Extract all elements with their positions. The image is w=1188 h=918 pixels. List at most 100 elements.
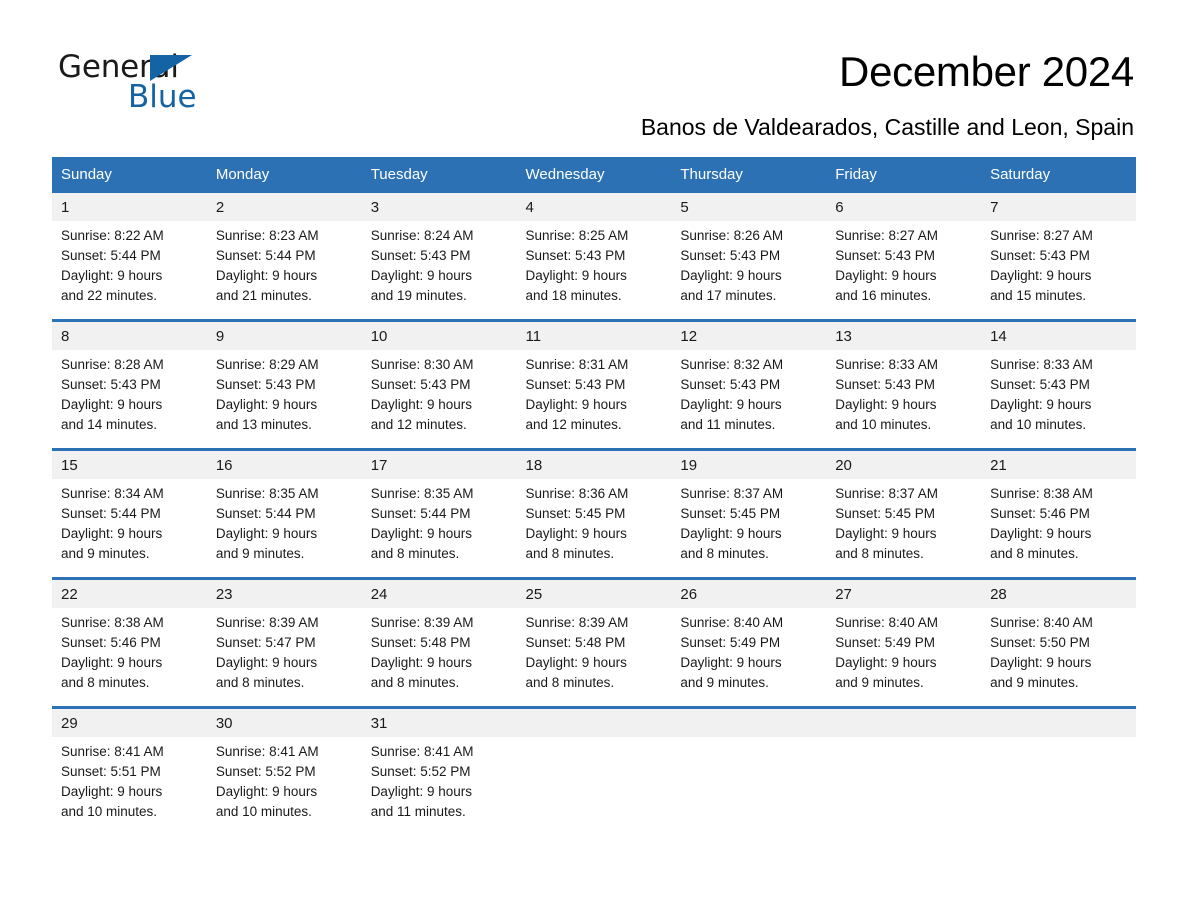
day-number-cell[interactable]: 30 — [206, 706, 362, 737]
day-number-cell[interactable]: 28 — [981, 577, 1136, 608]
empty-day-cell — [671, 706, 827, 737]
day-daylight-1-text: Daylight: 9 hours — [215, 526, 318, 541]
day-number-cell[interactable]: 31 — [361, 706, 517, 737]
day-sunrise-text: Sunrise: 8:27 AM — [835, 228, 939, 243]
day-sunset-text: Sunset: 5:44 PM — [370, 506, 471, 521]
day-daylight-2-text: and 8 minutes. — [525, 546, 615, 561]
day-detail-cell: Sunrise: 8:25 AM Sunset: 5:43 PM Daylight:… — [516, 221, 672, 321]
day-daylight-2-text: and 13 minutes. — [215, 417, 312, 432]
day-sunrise-text: Sunrise: 8:38 AM — [990, 486, 1093, 501]
day-number-cell[interactable]: 18 — [516, 448, 672, 479]
day-sunset-text: Sunset: 5:46 PM — [61, 635, 161, 650]
day-daylight-1-text: Daylight: 9 hours — [61, 397, 163, 412]
day-detail-cell: Sunrise: 8:40 AM Sunset: 5:49 PM Daylight:… — [826, 608, 982, 708]
empty-day-cell — [981, 706, 1136, 737]
day-daylight-1-text: Daylight: 9 hours — [525, 268, 627, 283]
day-number-cell[interactable]: 25 — [516, 577, 672, 608]
day-sunrise-text: Sunrise: 8:32 AM — [680, 357, 784, 372]
day-number-cell[interactable]: 4 — [516, 193, 672, 221]
day-sunrise-text: Sunrise: 8:22 AM — [61, 228, 164, 243]
day-number-cell[interactable]: 16 — [206, 448, 362, 479]
day-number-cell[interactable]: 23 — [206, 577, 362, 608]
day-number-cell[interactable]: 8 — [52, 319, 207, 350]
day-number-cell[interactable]: 13 — [826, 319, 982, 350]
day-number-cell[interactable]: 3 — [361, 193, 517, 221]
week-daynumber-row: 15 16 17 18 19 20 21 — [52, 448, 1136, 479]
day-detail-cell: Sunrise: 8:36 AM Sunset: 5:45 PM Daylight:… — [516, 479, 672, 579]
day-daylight-2-text: and 18 minutes. — [525, 288, 622, 303]
general-blue-logo[interactable]: General Blue — [58, 52, 208, 118]
day-sunset-text: Sunset: 5:45 PM — [525, 506, 626, 521]
week-daynumber-row: 22 23 24 25 26 27 28 — [52, 577, 1136, 608]
day-detail-cell: Sunrise: 8:39 AM Sunset: 5:48 PM Daylight:… — [361, 608, 517, 708]
day-daylight-2-text: and 8 minutes. — [215, 675, 305, 690]
day-number-cell[interactable]: 7 — [981, 193, 1136, 221]
day-daylight-1-text: Daylight: 9 hours — [990, 655, 1092, 670]
day-number-cell[interactable]: 6 — [826, 193, 982, 221]
day-sunrise-text: Sunrise: 8:31 AM — [525, 357, 629, 372]
day-daylight-2-text: and 9 minutes. — [990, 675, 1079, 690]
day-number-cell[interactable]: 9 — [206, 319, 362, 350]
day-daylight-2-text: and 11 minutes. — [680, 417, 776, 432]
day-number-cell[interactable]: 26 — [671, 577, 827, 608]
day-sunrise-text: Sunrise: 8:38 AM — [61, 615, 164, 630]
day-daylight-2-text: and 10 minutes. — [215, 804, 312, 819]
day-daylight-2-text: and 19 minutes. — [370, 288, 467, 303]
day-daylight-1-text: Daylight: 9 hours — [370, 268, 472, 283]
day-daylight-1-text: Daylight: 9 hours — [525, 397, 627, 412]
calendar-page: General Blue December 2024 Banos de Vald… — [0, 0, 1188, 918]
day-daylight-1-text: Daylight: 9 hours — [215, 784, 318, 799]
day-number-cell[interactable]: 10 — [361, 319, 517, 350]
day-sunset-text: Sunset: 5:43 PM — [61, 377, 161, 392]
day-sunrise-text: Sunrise: 8:41 AM — [61, 744, 164, 759]
day-sunset-text: Sunset: 5:43 PM — [835, 377, 936, 392]
empty-detail-cell — [671, 737, 827, 835]
week-detail-row: Sunrise: 8:38 AM Sunset: 5:46 PM Daylight:… — [52, 608, 1136, 708]
day-detail-cell: Sunrise: 8:39 AM Sunset: 5:48 PM Daylight:… — [516, 608, 672, 708]
day-detail-cell: Sunrise: 8:32 AM Sunset: 5:43 PM Daylight:… — [671, 350, 827, 450]
day-number-cell[interactable]: 24 — [361, 577, 517, 608]
day-number-cell[interactable]: 22 — [52, 577, 207, 608]
day-sunrise-text: Sunrise: 8:37 AM — [835, 486, 939, 501]
day-daylight-2-text: and 8 minutes. — [370, 675, 460, 690]
day-sunset-text: Sunset: 5:48 PM — [370, 635, 471, 650]
page-title: December 2024 — [839, 48, 1134, 95]
day-detail-cell: Sunrise: 8:38 AM Sunset: 5:46 PM Daylight:… — [981, 479, 1136, 579]
day-sunrise-text: Sunrise: 8:41 AM — [215, 744, 319, 759]
day-number-cell[interactable]: 1 — [52, 193, 207, 221]
day-sunrise-text: Sunrise: 8:39 AM — [215, 615, 319, 630]
day-daylight-2-text: and 14 minutes. — [61, 417, 158, 432]
day-daylight-1-text: Daylight: 9 hours — [835, 526, 937, 541]
day-detail-cell: Sunrise: 8:28 AM Sunset: 5:43 PM Daylight:… — [52, 350, 207, 450]
day-number-cell[interactable]: 15 — [52, 448, 207, 479]
day-sunset-text: Sunset: 5:43 PM — [525, 248, 626, 263]
day-sunrise-text: Sunrise: 8:28 AM — [61, 357, 164, 372]
day-number-cell[interactable]: 5 — [671, 193, 827, 221]
day-number-cell[interactable]: 17 — [361, 448, 517, 479]
day-daylight-2-text: and 8 minutes. — [525, 675, 615, 690]
day-sunrise-text: Sunrise: 8:35 AM — [370, 486, 474, 501]
day-daylight-2-text: and 10 minutes. — [61, 804, 158, 819]
day-number-cell[interactable]: 11 — [516, 319, 672, 350]
day-detail-cell: Sunrise: 8:23 AM Sunset: 5:44 PM Daylight:… — [206, 221, 362, 321]
day-sunset-text: Sunset: 5:43 PM — [680, 248, 781, 263]
day-sunrise-text: Sunrise: 8:37 AM — [680, 486, 784, 501]
day-number-cell[interactable]: 27 — [826, 577, 982, 608]
day-number-cell[interactable]: 12 — [671, 319, 827, 350]
calendar-header-row: Sunday Monday Tuesday Wednesday Thursday… — [52, 157, 1136, 193]
day-sunset-text: Sunset: 5:51 PM — [61, 764, 161, 779]
day-number-cell[interactable]: 20 — [826, 448, 982, 479]
day-daylight-2-text: and 8 minutes. — [835, 546, 924, 561]
day-number-cell[interactable]: 29 — [52, 706, 207, 737]
day-daylight-1-text: Daylight: 9 hours — [525, 655, 627, 670]
day-daylight-2-text: and 8 minutes. — [61, 675, 150, 690]
weekday-header-tuesday: Tuesday — [361, 157, 517, 193]
day-number-cell[interactable]: 19 — [671, 448, 827, 479]
day-number-cell[interactable]: 2 — [206, 193, 362, 221]
day-sunset-text: Sunset: 5:43 PM — [835, 248, 936, 263]
day-number-cell[interactable]: 14 — [981, 319, 1136, 350]
day-number-cell[interactable]: 21 — [981, 448, 1136, 479]
day-detail-cell: Sunrise: 8:26 AM Sunset: 5:43 PM Daylight:… — [671, 221, 827, 321]
day-daylight-1-text: Daylight: 9 hours — [215, 268, 318, 283]
day-detail-cell: Sunrise: 8:30 AM Sunset: 5:43 PM Daylight:… — [361, 350, 517, 450]
